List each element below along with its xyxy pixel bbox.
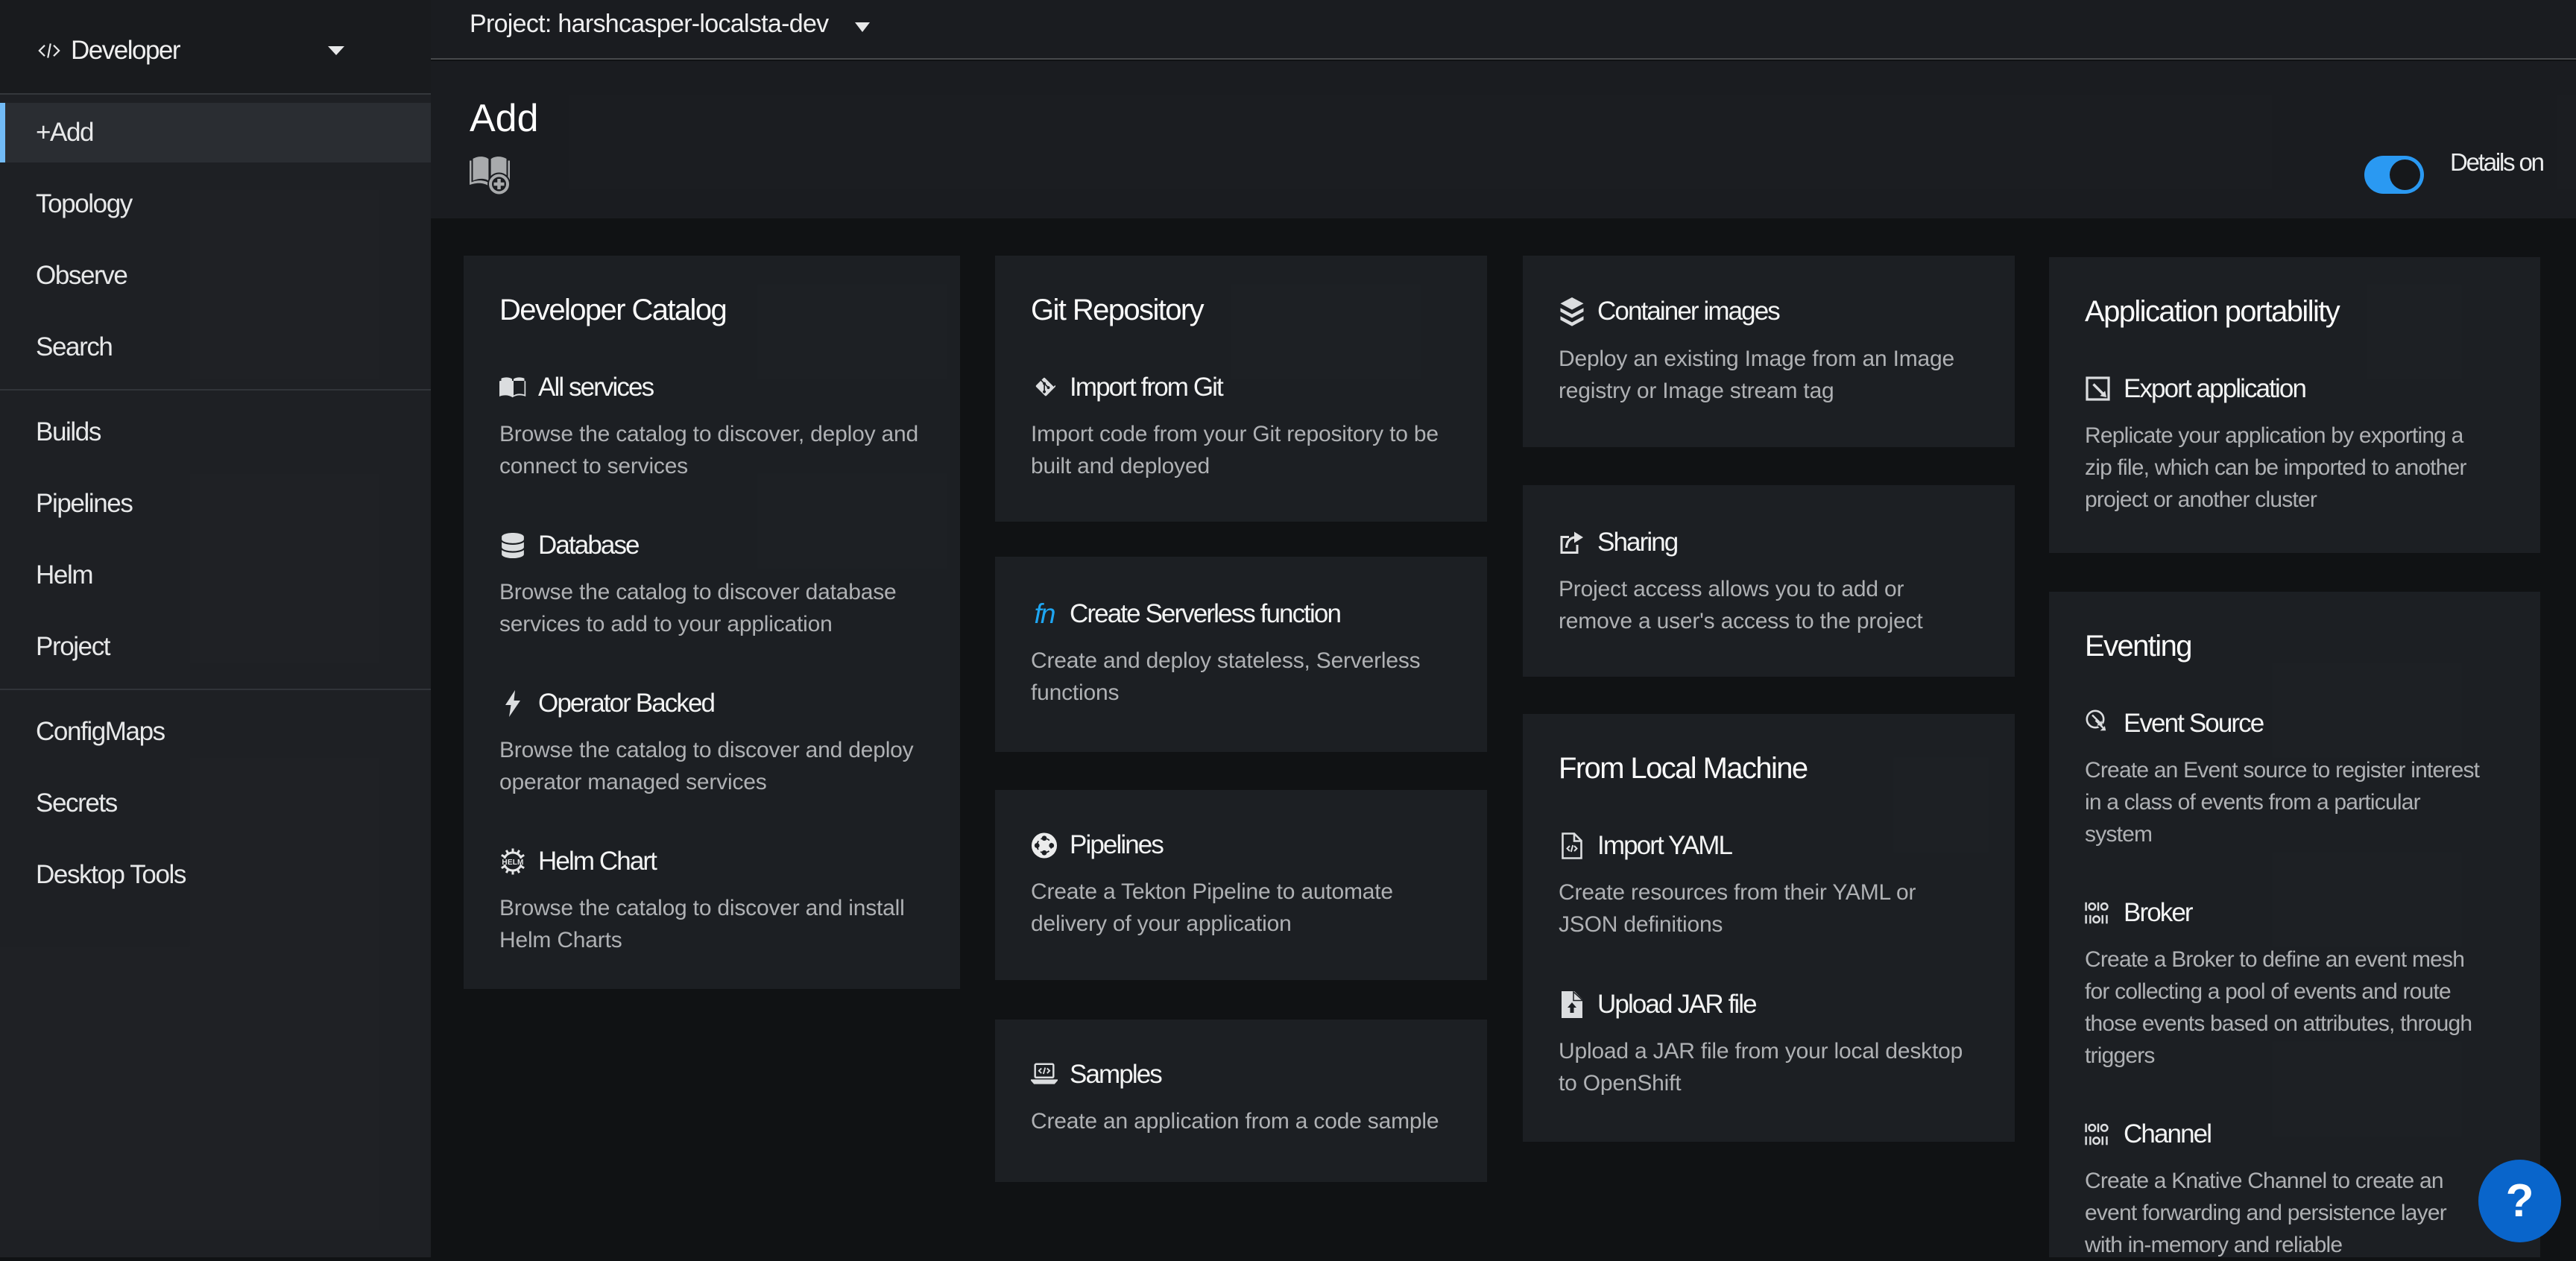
svg-text:HELM: HELM (502, 859, 523, 867)
